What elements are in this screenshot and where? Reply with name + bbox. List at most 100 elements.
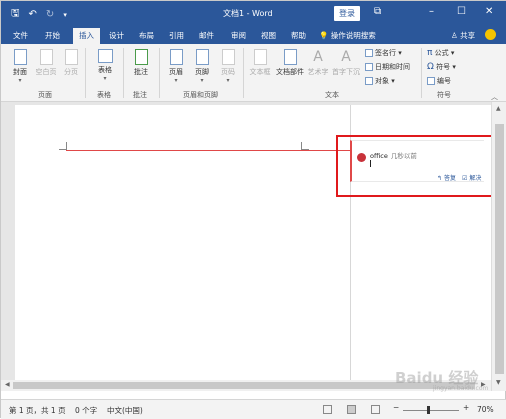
status-bar: 第 1 页，共 1 页 0 个字 中文(中国) − + 70% xyxy=(1,399,506,419)
zoom-level[interactable]: 70% xyxy=(477,405,494,414)
chevron-down-icon: ▾ xyxy=(18,77,22,84)
symbol-button[interactable]: Ω 符号 ▾ xyxy=(427,62,456,72)
pi-icon: π xyxy=(427,48,433,58)
comment-connector-line xyxy=(66,150,350,151)
chevron-down-icon: ▾ xyxy=(103,75,107,82)
calendar-icon xyxy=(365,63,373,71)
divider xyxy=(159,48,160,98)
print-layout-icon[interactable] xyxy=(347,405,356,414)
signature-icon xyxy=(365,49,373,57)
highlight-annotation-box xyxy=(336,135,500,197)
margin-corner-mark xyxy=(59,142,67,150)
tab-home[interactable]: 开始 xyxy=(45,30,60,41)
tab-layout[interactable]: 布局 xyxy=(139,30,154,41)
ribbon-display-options-icon[interactable]: ⧉ xyxy=(374,6,381,17)
ribbon: 封面 ▾ 空白页 分页 页面 表格 ▾ 表格 批注 批注 页眉 ▾ 页脚 ▾ 页… xyxy=(1,44,506,102)
table-button[interactable]: 表格 ▾ xyxy=(93,49,117,82)
zoom-in-icon[interactable]: + xyxy=(463,403,469,412)
margin-corner-mark xyxy=(301,142,309,150)
object-icon xyxy=(365,77,373,85)
quick-access-toolbar: 🖫 ↶ ↻ ▾ xyxy=(11,6,67,23)
date-time-button[interactable]: 日期和时间 xyxy=(365,62,410,72)
tab-design[interactable]: 设计 xyxy=(109,30,124,41)
chevron-down-icon: ▾ xyxy=(174,77,178,84)
equation-button[interactable]: π 公式 ▾ xyxy=(427,48,454,58)
omega-icon: Ω xyxy=(427,62,434,72)
group-label-header-footer: 页眉和页脚 xyxy=(183,91,218,99)
quick-parts-button[interactable]: 文档部件 xyxy=(275,49,305,77)
title-bar: 🖫 ↶ ↻ ▾ 文档1 - Word 登录 ⧉ – ☐ ✕ xyxy=(1,1,506,26)
new-comment-button[interactable]: 批注 xyxy=(129,49,153,77)
maximize-icon[interactable]: ☐ xyxy=(457,6,466,17)
divider xyxy=(85,48,86,98)
page-count[interactable]: 第 1 页，共 1 页 xyxy=(9,405,66,416)
language-indicator[interactable]: 中文(中国) xyxy=(107,405,143,416)
chevron-down-icon: ▾ xyxy=(200,77,204,84)
header-button[interactable]: 页眉 ▾ xyxy=(165,49,187,84)
word-count[interactable]: 0 个字 xyxy=(75,405,97,416)
read-mode-icon[interactable] xyxy=(323,405,332,414)
comment-plus-icon xyxy=(134,49,148,65)
save-icon[interactable]: 🖫 xyxy=(11,6,20,23)
object-button[interactable]: 对象 ▾ xyxy=(365,76,395,86)
share-button[interactable]: ♙ 共享 xyxy=(451,30,475,41)
tab-view[interactable]: 视图 xyxy=(261,30,276,41)
tab-help[interactable]: 帮助 xyxy=(291,30,306,41)
tell-me-search[interactable]: 💡 操作说明搜索 xyxy=(319,30,376,41)
tab-references[interactable]: 引用 xyxy=(169,30,184,41)
scroll-down-icon[interactable]: ▼ xyxy=(496,379,501,386)
textbox-icon xyxy=(253,49,267,65)
zoom-slider-knob[interactable] xyxy=(427,406,430,414)
ribbon-tabs: 文件 开始 插入 设计 布局 引用 邮件 审阅 视图 帮助 💡 操作说明搜索 ♙… xyxy=(1,26,506,44)
zoom-out-icon[interactable]: − xyxy=(393,403,399,412)
collapse-ribbon-icon[interactable]: ︿ xyxy=(491,92,498,102)
group-label-pages: 页面 xyxy=(38,91,52,99)
undo-icon[interactable]: ↶ xyxy=(29,9,37,20)
group-label-symbols: 符号 xyxy=(437,91,451,99)
tab-mailings[interactable]: 邮件 xyxy=(199,30,214,41)
numbering-button[interactable]: 编号 xyxy=(427,76,451,86)
scroll-thumb[interactable] xyxy=(495,124,504,374)
blank-page-icon xyxy=(39,49,53,65)
drop-cap-icon: A xyxy=(341,49,351,65)
vertical-scrollbar[interactable]: ▲ ▼ xyxy=(491,102,506,391)
cover-page-button[interactable]: 封面 ▾ xyxy=(9,49,31,84)
lightbulb-icon: 💡 xyxy=(319,31,329,40)
page-break-button[interactable]: 分页 xyxy=(61,49,81,77)
page-number-icon xyxy=(221,49,235,65)
drop-cap-button[interactable]: A 首字下沉 xyxy=(331,49,361,77)
group-label-tables: 表格 xyxy=(97,91,111,99)
login-button[interactable]: 登录 xyxy=(334,6,360,21)
window-title: 文档1 - Word xyxy=(223,9,273,18)
person-icon: ♙ xyxy=(451,31,458,40)
group-label-comments: 批注 xyxy=(133,91,147,99)
minimize-icon[interactable]: – xyxy=(429,6,434,17)
word-window: 🖫 ↶ ↻ ▾ 文档1 - Word 登录 ⧉ – ☐ ✕ 文件 开始 插入 设… xyxy=(0,0,506,419)
divider xyxy=(123,48,124,98)
scroll-up-icon[interactable]: ▲ xyxy=(496,105,501,112)
wordart-icon: A xyxy=(313,49,323,65)
footer-icon xyxy=(195,49,209,65)
watermark-url: jingyan.baidu.com xyxy=(433,385,489,392)
close-icon[interactable]: ✕ xyxy=(485,6,493,17)
footer-button[interactable]: 页脚 ▾ xyxy=(191,49,213,84)
signature-line-button[interactable]: 签名行 ▾ xyxy=(365,48,402,58)
page-break-icon xyxy=(64,49,78,65)
cover-page-icon xyxy=(13,49,27,65)
tab-file[interactable]: 文件 xyxy=(13,30,28,41)
tab-insert[interactable]: 插入 xyxy=(73,28,100,44)
blank-page-button[interactable]: 空白页 xyxy=(33,49,59,77)
customize-qat-icon[interactable]: ▾ xyxy=(63,11,67,19)
scroll-left-icon[interactable]: ◀ xyxy=(5,381,10,388)
textbox-button[interactable]: 文本框 xyxy=(248,49,272,77)
redo-icon[interactable]: ↻ xyxy=(46,9,54,20)
chevron-down-icon: ▾ xyxy=(226,77,230,84)
table-icon xyxy=(97,49,113,63)
wordart-button[interactable]: A 艺术字 xyxy=(307,49,329,77)
feedback-smiley-icon[interactable] xyxy=(485,29,496,40)
web-layout-icon[interactable] xyxy=(371,405,380,414)
divider xyxy=(243,48,244,98)
zoom-slider[interactable] xyxy=(403,410,459,411)
tab-review[interactable]: 审阅 xyxy=(231,30,246,41)
page-number-button[interactable]: 页码 ▾ xyxy=(217,49,239,84)
